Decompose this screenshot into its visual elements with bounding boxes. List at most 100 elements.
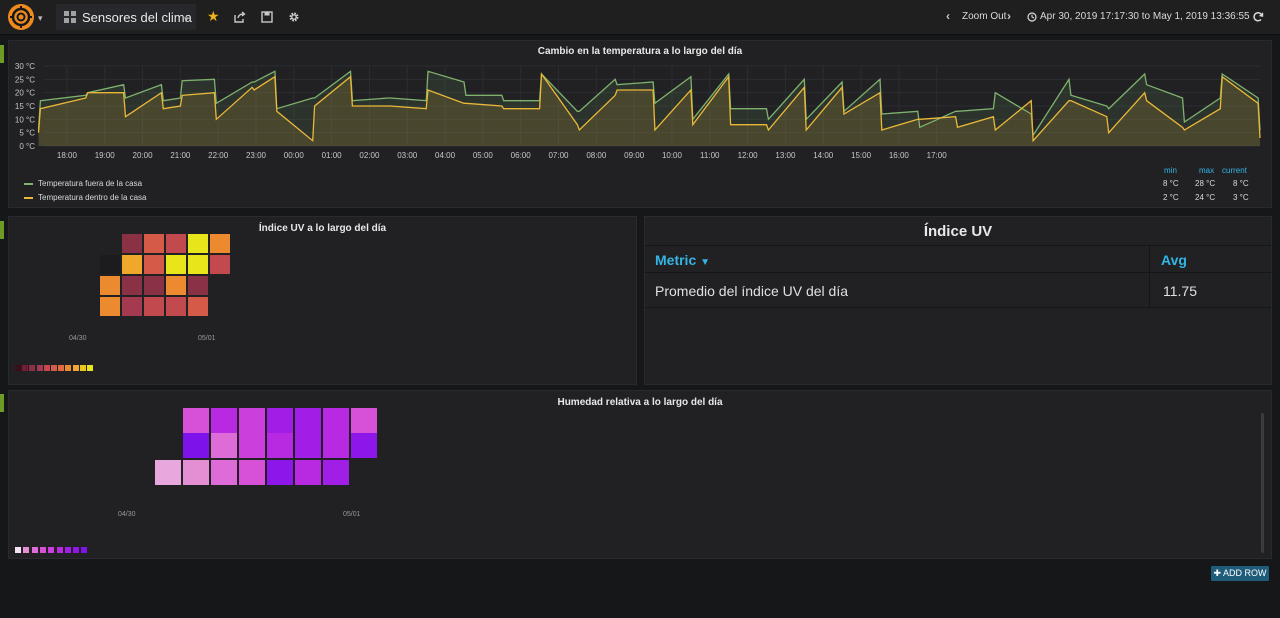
x-axis-label: 04/30 — [118, 511, 136, 518]
heatmap-cell[interactable] — [211, 408, 237, 433]
y-tick-label: 15 °C — [15, 102, 35, 111]
heatmap-cell[interactable] — [351, 433, 377, 458]
x-tick-label: 20:00 — [133, 151, 154, 160]
heatmap-cell[interactable] — [295, 408, 321, 433]
panel-title[interactable]: Índice UV a lo largo del día — [9, 223, 636, 234]
heatmap-cell[interactable] — [210, 255, 230, 274]
legend-swatch — [24, 197, 33, 199]
panel-scrollbar[interactable] — [1261, 413, 1264, 553]
column-header-metric[interactable]: Metric ▼ — [655, 252, 710, 268]
add-row-button[interactable]: ✚ ADD ROW — [1211, 566, 1269, 581]
panel-title[interactable]: Índice UV — [645, 223, 1271, 240]
heatmap-cell[interactable] — [239, 408, 265, 433]
heatmap-cell[interactable] — [188, 255, 208, 274]
x-tick-label: 02:00 — [359, 151, 380, 160]
heatmap-cell[interactable] — [100, 297, 120, 316]
x-tick-label: 10:00 — [662, 151, 683, 160]
heatmap-cell[interactable] — [188, 297, 208, 316]
row-collapse-marker[interactable] — [0, 394, 4, 412]
x-tick-label: 16:00 — [889, 151, 910, 160]
legend-current-value: 3 °C — [1233, 193, 1249, 202]
legend-color-swatch — [79, 365, 86, 371]
x-tick-label: 23:00 — [246, 151, 267, 160]
y-tick-label: 10 °C — [15, 115, 35, 124]
column-header-avg[interactable]: Avg — [1161, 252, 1187, 268]
heatmap-cell[interactable] — [210, 234, 230, 253]
legend-color-swatch — [31, 547, 38, 553]
heatmap-cell[interactable] — [144, 276, 164, 295]
heatmap-cell[interactable] — [100, 276, 120, 295]
x-axis-label: 05/01 — [198, 335, 216, 342]
legend-color-swatch — [56, 547, 63, 553]
heatmap-cell[interactable] — [122, 234, 142, 253]
x-tick-label: 14:00 — [813, 151, 834, 160]
x-tick-label: 04:00 — [435, 151, 456, 160]
panel-title[interactable]: Humedad relativa a lo largo del día — [9, 397, 1271, 408]
heatmap-cell[interactable] — [166, 234, 186, 253]
legend-color-swatch — [65, 365, 72, 371]
heatmap-cell[interactable] — [267, 408, 293, 433]
heatmap-cell[interactable] — [267, 460, 293, 485]
uv-table-panel: Índice UV Metric ▼ Avg Promedio del índi… — [644, 216, 1272, 385]
heatmap-cell[interactable] — [211, 433, 237, 458]
legend-current-value: 8 °C — [1233, 179, 1249, 188]
x-tick-label: 03:00 — [397, 151, 418, 160]
heatmap-cell[interactable] — [295, 460, 321, 485]
heatmap-cell[interactable] — [144, 297, 164, 316]
legend-max-value: 28 °C — [1195, 179, 1216, 188]
heatmap-cell[interactable] — [183, 408, 209, 433]
legend-color-swatch — [39, 547, 46, 553]
heatmap-cell[interactable] — [155, 460, 181, 485]
y-tick-label: 5 °C — [19, 129, 35, 138]
y-tick-label: 25 °C — [15, 75, 35, 84]
x-tick-label: 12:00 — [738, 151, 759, 160]
heatmap-cell[interactable] — [323, 460, 349, 485]
heatmap-cell[interactable] — [183, 460, 209, 485]
legend-color-swatch — [43, 365, 50, 371]
legend-header-current[interactable]: current — [1222, 166, 1247, 175]
heatmap-cell[interactable] — [323, 408, 349, 433]
row-collapse-marker[interactable] — [0, 221, 4, 239]
heatmap-cell[interactable] — [351, 408, 377, 433]
x-tick-label: 17:00 — [927, 151, 948, 160]
legend-color-swatch — [36, 365, 43, 371]
heatmap-cell[interactable] — [323, 433, 349, 458]
x-tick-label: 05:00 — [473, 151, 494, 160]
sort-caret-down-icon: ▼ — [700, 257, 711, 268]
x-tick-label: 07:00 — [548, 151, 569, 160]
heatmap-cell[interactable] — [188, 234, 208, 253]
x-tick-label: 15:00 — [851, 151, 872, 160]
heatmap-cell[interactable] — [100, 255, 120, 274]
heatmap-cell[interactable] — [183, 433, 209, 458]
x-tick-label: 21:00 — [170, 151, 191, 160]
heatmap-cell[interactable] — [144, 255, 164, 274]
heatmap-cell[interactable] — [144, 234, 164, 253]
legend-color-swatch — [81, 547, 88, 553]
heatmap-cell[interactable] — [166, 255, 186, 274]
x-tick-label: 06:00 — [511, 151, 532, 160]
heatmap-cell[interactable] — [239, 460, 265, 485]
heatmap-cell[interactable] — [188, 276, 208, 295]
heatmap-cell[interactable] — [211, 460, 237, 485]
legend-header-min[interactable]: min — [1164, 166, 1177, 175]
heatmap-cell[interactable] — [267, 433, 293, 458]
heatmap-cell[interactable] — [166, 297, 186, 316]
heatmap-cell[interactable] — [239, 433, 265, 458]
x-tick-label: 19:00 — [95, 151, 116, 160]
heatmap-cell[interactable] — [122, 255, 142, 274]
x-tick-label: 11:00 — [700, 151, 720, 160]
table-cell-metric: Promedio del índice UV del día — [655, 283, 848, 299]
legend-header-max[interactable]: max — [1199, 166, 1214, 175]
legend-color-swatch — [29, 365, 36, 371]
legend-color-swatch — [15, 365, 21, 371]
x-tick-label: 18:00 — [57, 151, 78, 160]
legend-color-swatch — [58, 365, 65, 371]
heatmap-cell[interactable] — [122, 276, 142, 295]
legend-color-swatch — [23, 547, 30, 553]
x-tick-label: 01:00 — [322, 151, 343, 160]
heatmap-cell[interactable] — [295, 433, 321, 458]
heatmap-cell[interactable] — [166, 276, 186, 295]
y-tick-label: 0 °C — [19, 142, 35, 151]
heatmap-cell[interactable] — [122, 297, 142, 316]
legend-color-swatch — [22, 365, 29, 371]
